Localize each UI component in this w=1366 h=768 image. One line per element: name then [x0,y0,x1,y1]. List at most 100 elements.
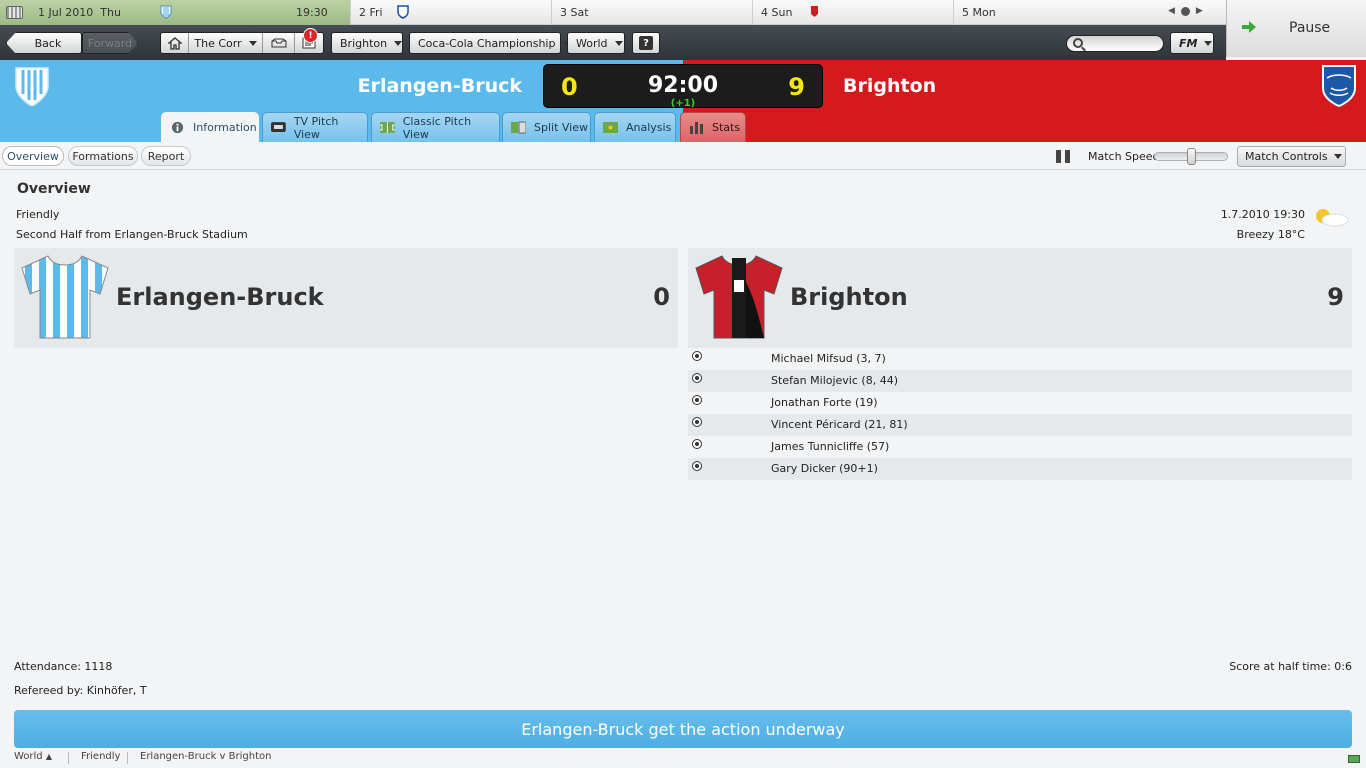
competition-menu-label: Coca-Cola Championship [418,36,556,50]
home-icon [167,36,182,50]
inbox-button[interactable] [263,33,295,53]
fm-menu[interactable]: FM [1170,32,1214,54]
tab-classic-pitch-view[interactable]: Classic Pitch View [371,112,500,142]
weather-label: Breezy 18°C [1236,228,1305,241]
fixture-flag-icon [811,6,818,17]
tab-label: Information [193,120,257,134]
home-button[interactable] [161,33,189,53]
tab-label: Split View [534,121,588,134]
home-panel-team-name[interactable]: Erlangen-Bruck [116,283,324,311]
continue-arrow-icon [1242,21,1256,33]
calendar-prev-icon[interactable]: ◀ [1168,6,1175,16]
status-world-label: World [14,751,43,762]
calendar-day-4[interactable]: 4 Sun [753,0,954,25]
tab-label: TV Pitch View [293,114,339,141]
status-world[interactable]: World ▲ [14,751,52,762]
pause-button[interactable]: Pause [1226,0,1366,57]
back-button[interactable]: Back [6,32,82,54]
club-menu-group: The Corr [160,32,324,54]
status-competition[interactable]: Friendly [81,751,120,762]
goalscorer-name[interactable]: Stefan Milojevic (8, 44) [771,374,898,387]
goalscorer-name[interactable]: Gary Dicker (90+1) [771,462,878,475]
away-crest-icon[interactable] [1321,64,1357,108]
tab-split-view[interactable]: Split View [502,112,591,142]
match-clock: 92:00 [647,73,719,98]
overview-title: Overview [17,181,91,197]
weather-sun-cloud-icon [1316,209,1349,227]
home-team-name[interactable]: Erlangen-Bruck [358,75,522,97]
calendar-day-2[interactable]: 2 Fri [351,0,552,25]
chevron-up-icon: ▲ [45,752,53,761]
referee-label: Refereed by: Kinhöfer, T [14,684,147,697]
goal-ball-icon [692,373,702,383]
fixture-shield-icon [397,5,409,19]
home-kit-icon [21,255,109,339]
stats-icon [690,122,703,134]
split-icon [511,121,526,134]
calendar-next-icon[interactable]: ▶ [1196,6,1203,16]
halftime-score-label: Score at half time: 0:6 [1229,660,1352,673]
goalscorer-row: Stefan Milojevic (8, 44) [688,370,1352,392]
goal-ball-icon [692,417,702,427]
competition-label[interactable]: Friendly [16,208,59,221]
calendar-today-date: 1 Jul 2010 Thu [38,6,121,19]
goal-ball-icon [692,439,702,449]
calendar-day-label: 5 Mon [962,6,996,19]
calendar-day-5[interactable]: 5 Mon [954,0,1155,25]
attendance-label: Attendance: 1118 [14,660,113,673]
away-score: 9 [788,73,805,101]
calendar-day-3[interactable]: 3 Sat [552,0,753,25]
calendar-day-label: 2 Fri [359,6,383,19]
tab-label: Stats [712,121,741,134]
added-time: (+1) [670,98,696,109]
pitch-icon [380,122,395,133]
status-flag-icon[interactable] [1348,755,1360,763]
goalscorer-name[interactable]: Vincent Péricard (21, 81) [771,418,908,431]
competition-menu[interactable]: Coca-Cola Championship [409,32,571,54]
goalscorer-name[interactable]: Michael Mifsud (3, 7) [771,352,886,365]
away-panel-team-name[interactable]: Brighton [790,283,908,311]
tv-icon [271,122,286,132]
club-menu[interactable]: The Corr [189,33,263,53]
tab-tv-pitch-view[interactable]: TV Pitch View [262,112,368,142]
match-speed-thumb[interactable] [1186,148,1196,165]
calendar-pager: ◀ ▶ [1168,6,1203,16]
team-menu-label: Brighton [340,36,388,50]
venue-label: Second Half from Erlangen-Bruck Stadium [16,228,248,241]
calendar-today-dot-icon[interactable] [1180,6,1190,16]
goalscorer-row: Vincent Péricard (21, 81) [688,414,1352,436]
team-menu[interactable]: Brighton [331,32,403,54]
match-controls-button[interactable]: Match Controls [1237,146,1346,167]
pause-match-icon[interactable] [1056,150,1070,163]
away-kit-icon [695,255,783,339]
tab-label: Classic Pitch View [402,114,472,141]
goalscorer-name[interactable]: Jonathan Forte (19) [771,396,878,409]
subtab-report[interactable]: Report [141,146,191,166]
subtab-overview[interactable]: Overview [2,146,64,166]
home-crest-icon[interactable] [14,66,50,108]
match-header: Erlangen-Bruck Brighton 0 92:00 (+1) 9 I… [0,60,1366,142]
goalscorer-name[interactable]: James Tunnicliffe (57) [771,440,889,453]
fm-logo: FM [1179,36,1198,50]
search-icon [1073,38,1083,48]
status-fixture[interactable]: Erlangen-Bruck v Brighton [140,751,271,762]
calendar-day-label: 3 Sat [560,6,589,19]
tab-label: Analysis [626,121,672,134]
tab-information[interactable]: Information [161,112,259,142]
forward-button[interactable]: Forward [82,32,138,54]
goalscorer-row: James Tunnicliffe (57) [688,436,1352,458]
match-speed-slider[interactable] [1154,148,1228,165]
search-input[interactable] [1066,35,1164,52]
calendar-today-time: 19:30 [296,6,328,19]
tab-analysis[interactable]: Analysis [594,112,676,142]
calendar-today[interactable]: 1 Jul 2010 Thu 19:30 [0,0,351,25]
world-menu[interactable]: World [567,32,625,54]
calendar-icon[interactable] [6,6,23,19]
alert-badge[interactable]: ! [303,28,318,43]
tab-stats[interactable]: Stats [680,112,746,142]
away-team-name[interactable]: Brighton [843,75,936,97]
away-team-panel: Brighton 9 [688,248,1352,348]
club-shield-icon [160,5,172,19]
help-button[interactable]: ? [632,32,660,54]
subtab-formations[interactable]: Formations [68,146,138,166]
